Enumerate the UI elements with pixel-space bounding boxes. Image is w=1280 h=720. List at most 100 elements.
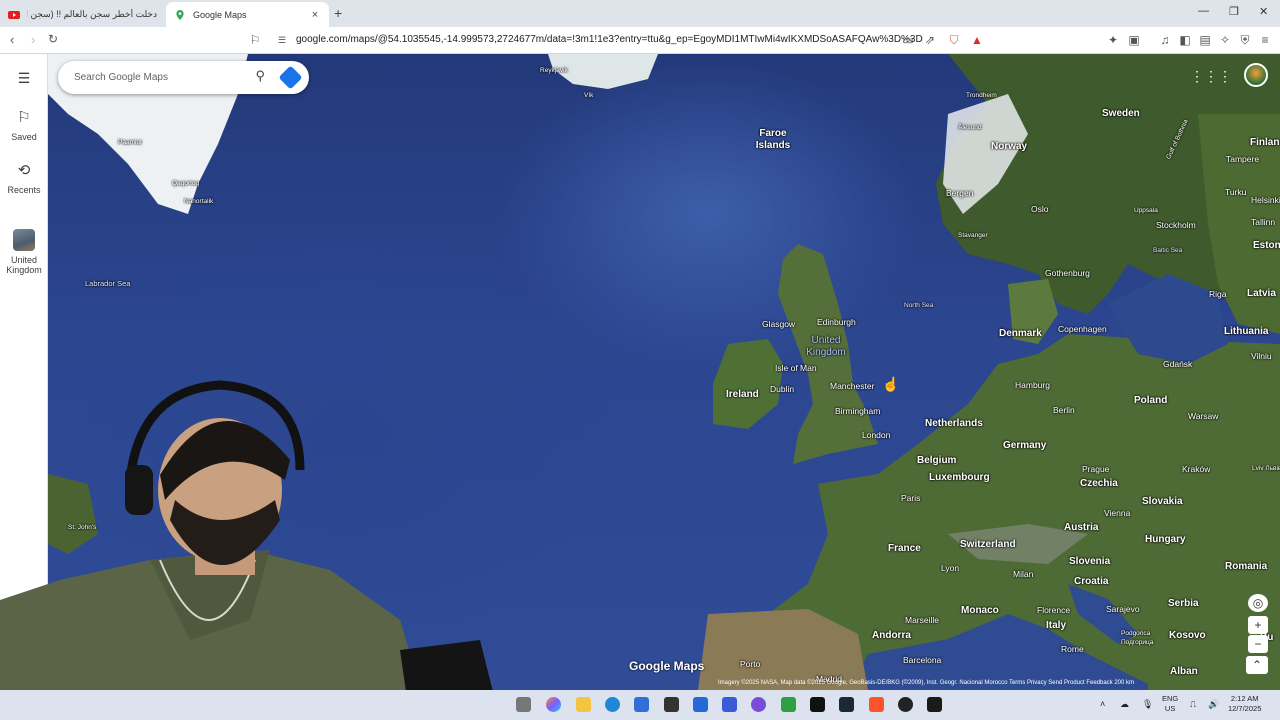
- label-turku: Turku: [1225, 187, 1247, 197]
- label-germany: Germany: [1003, 440, 1047, 451]
- label-estonia: Estonia: [1253, 240, 1280, 251]
- brave-shield-icon[interactable]: ⛉: [947, 33, 961, 47]
- label-birmingham: Birmingham: [835, 406, 881, 416]
- task-view-icon[interactable]: [516, 697, 531, 712]
- label-vilnius: Vilniu: [1251, 351, 1272, 361]
- minimize-button[interactable]: —: [1198, 5, 1209, 17]
- network-icon[interactable]: ⎍: [1190, 699, 1196, 709]
- label-vienna: Vienna: [1104, 508, 1131, 518]
- reload-icon[interactable]: ↻: [48, 32, 58, 46]
- site-settings-icon[interactable]: ☰: [275, 33, 289, 47]
- app-icon[interactable]: [664, 697, 679, 712]
- label-netherlands: Netherlands: [925, 418, 983, 429]
- leo-ai-icon[interactable]: ✧: [1218, 33, 1232, 47]
- label-porto: Porto: [740, 659, 761, 669]
- zoom-out-button[interactable]: −: [1248, 635, 1268, 653]
- epic-games-icon[interactable]: [810, 697, 825, 712]
- label-andorra: Andorra: [872, 630, 911, 641]
- tab-strip: دخلت أخطر سجن بالعالم !! (سجن العد... Go…: [0, 0, 1280, 27]
- notepad-icon[interactable]: [781, 697, 796, 712]
- file-explorer-icon[interactable]: [576, 697, 591, 712]
- forward-icon[interactable]: ›: [31, 32, 35, 47]
- sidebar-toggle-icon[interactable]: ◧: [1178, 33, 1192, 47]
- label-trondheim: Trondheim: [966, 92, 997, 99]
- store-icon[interactable]: [634, 697, 649, 712]
- tab-search-icon[interactable]: ▣: [1127, 33, 1141, 47]
- saved-button[interactable]: ⚐ Saved: [0, 108, 48, 142]
- directions-icon[interactable]: [278, 65, 303, 90]
- language-indicator[interactable]: ENG US: [1162, 694, 1178, 714]
- label-prague: Prague: [1082, 464, 1110, 474]
- vpn-icon[interactable]: ⛨: [1238, 33, 1252, 47]
- obs-icon[interactable]: [898, 697, 913, 712]
- zoom-in-button[interactable]: +: [1248, 616, 1268, 634]
- tab-youtube[interactable]: دخلت أخطر سجن بالعالم !! (سجن العد...: [0, 2, 165, 27]
- label-berlin: Berlin: [1053, 405, 1075, 415]
- media-icon[interactable]: ♫: [1158, 33, 1172, 47]
- label-italy: Italy: [1046, 620, 1067, 631]
- youtube-icon: [8, 10, 20, 19]
- search-input[interactable]: Search Google Maps: [74, 72, 168, 83]
- label-podgorica: Podgorica Подгорица: [1121, 630, 1154, 646]
- app-icon-2[interactable]: [693, 697, 708, 712]
- label-luxembourg: Luxembourg: [929, 472, 990, 483]
- restore-button[interactable]: ❐: [1229, 5, 1239, 18]
- label-hamburg: Hamburg: [1015, 380, 1050, 390]
- maps-pin-icon: [176, 9, 184, 20]
- label-france: France: [888, 543, 921, 554]
- expand-layers-icon[interactable]: ⌃: [1246, 656, 1268, 674]
- new-tab-button[interactable]: +: [334, 5, 342, 21]
- cast-icon[interactable]: ▭: [901, 33, 915, 47]
- back-icon[interactable]: ‹: [10, 32, 14, 47]
- microphone-icon[interactable]: 🎙: [1142, 699, 1153, 709]
- search-icon[interactable]: ⚲: [255, 68, 265, 84]
- brave-icon[interactable]: [869, 697, 884, 712]
- google-apps-icon[interactable]: ⋮⋮⋮: [1190, 68, 1232, 85]
- label-finland: Finlan: [1250, 137, 1280, 148]
- close-tab-button[interactable]: ×: [309, 9, 321, 21]
- tab-google-maps[interactable]: Google Maps ×: [166, 2, 329, 27]
- terminal-icon[interactable]: [927, 697, 942, 712]
- label-ireland: Ireland: [726, 389, 759, 400]
- label-united-kingdom[interactable]: United Kingdom: [801, 335, 851, 359]
- address-bar[interactable]: google.com/maps/@54.1035545,-14.999573,2…: [296, 34, 923, 45]
- label-edinburgh: Edinburgh: [817, 317, 856, 327]
- discord-icon[interactable]: [751, 697, 766, 712]
- label-gdansk: Gdańsk: [1163, 359, 1193, 369]
- label-serbia: Serbia: [1168, 598, 1199, 609]
- label-switzerland: Switzerland: [960, 539, 1016, 550]
- label-czechia: Czechia: [1080, 478, 1118, 489]
- search-box[interactable]: Search Google Maps ⚲: [58, 61, 309, 94]
- copilot-icon[interactable]: [546, 697, 561, 712]
- wallet-icon[interactable]: ▤: [1198, 33, 1212, 47]
- avatar[interactable]: [1244, 63, 1268, 87]
- tray-chevron-icon[interactable]: ˄: [1100, 699, 1105, 709]
- volume-icon[interactable]: 🔊: [1208, 699, 1219, 709]
- recents-button[interactable]: ⟲ Recents: [0, 161, 48, 195]
- browser-toolbar: ‹ › ↻ ⚐ ☰ google.com/maps/@54.1035545,-1…: [0, 27, 1280, 54]
- label-marseille: Marseille: [905, 615, 940, 625]
- mail-icon[interactable]: [722, 697, 737, 712]
- label-milan: Milan: [1013, 569, 1034, 579]
- rewards-icon[interactable]: ▲: [970, 33, 984, 47]
- close-window-button[interactable]: ✕: [1259, 5, 1268, 18]
- label-isle-of-man: Isle of Man: [775, 363, 817, 373]
- label-croatia: Croatia: [1074, 576, 1109, 587]
- extensions-icon[interactable]: ✦: [1106, 33, 1120, 47]
- share-icon[interactable]: ⇗: [923, 33, 937, 47]
- label-lyon: Lyon: [941, 563, 960, 573]
- hamburger-menu-icon[interactable]: ☰: [0, 70, 48, 87]
- label-tampere: Tampere: [1226, 154, 1260, 164]
- menu-icon[interactable]: ≡: [1258, 33, 1272, 47]
- webcam-overlay: [0, 380, 500, 720]
- clock[interactable]: 2:12 AM 12/7/2025: [1228, 694, 1261, 714]
- label-paamiut: Paamiut: [118, 139, 142, 146]
- my-location-icon[interactable]: ◎: [1248, 594, 1268, 612]
- bookmark-icon[interactable]: ⚐: [248, 33, 262, 47]
- edge-icon[interactable]: [605, 697, 620, 712]
- label-kosovo: Kosovo: [1169, 630, 1206, 641]
- onedrive-icon[interactable]: ☁: [1120, 699, 1129, 709]
- recent-place-united-kingdom[interactable]: United Kingdom: [0, 229, 48, 275]
- label-glasgow: Glasgow: [762, 319, 796, 329]
- steam-icon[interactable]: [839, 697, 854, 712]
